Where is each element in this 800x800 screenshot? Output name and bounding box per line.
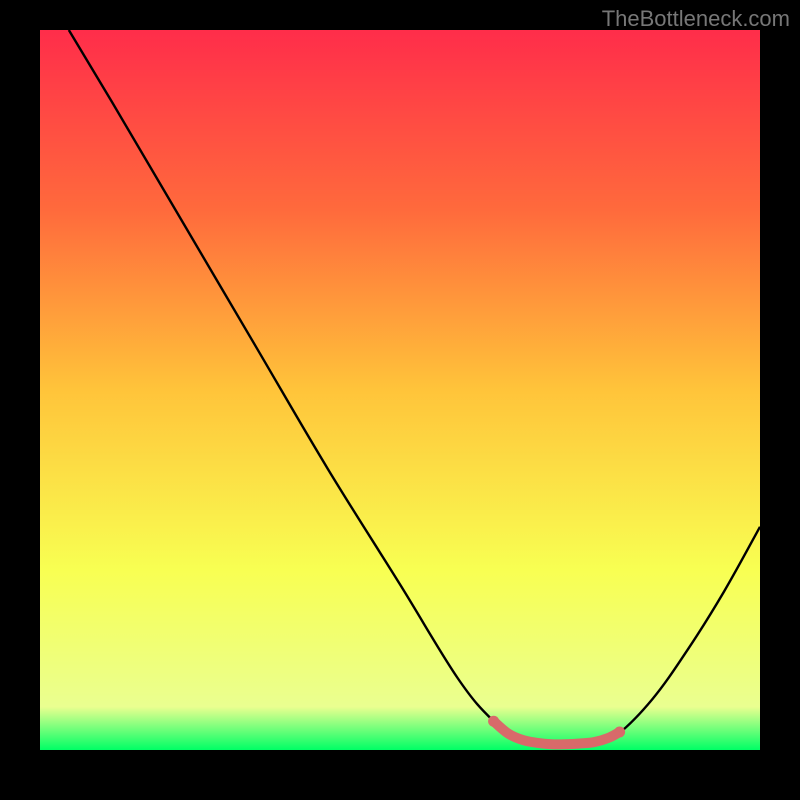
highlight-end-dot [614,727,625,738]
gradient-background [40,30,760,750]
watermark-text: TheBottleneck.com [602,6,790,32]
chart-area [40,30,760,750]
highlight-start-dot [488,716,499,727]
chart-svg [40,30,760,750]
